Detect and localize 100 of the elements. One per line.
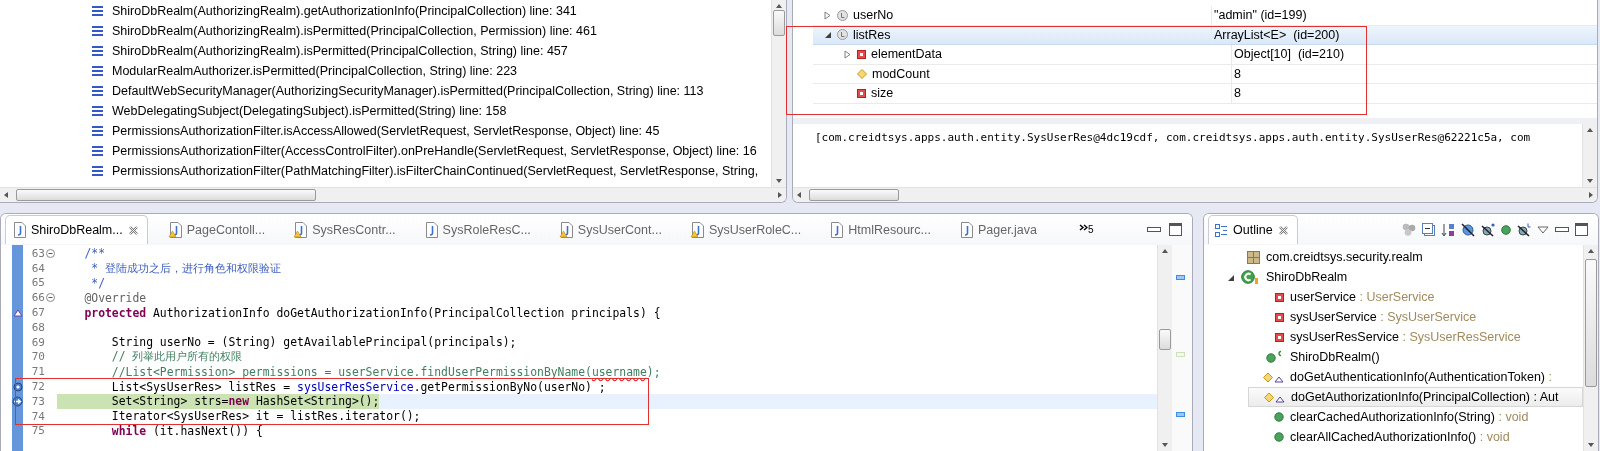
- variable-row[interactable]: userNo "admin" (id=199): [813, 6, 1597, 26]
- editor-tab[interactable]: HtmlResourc...: [823, 215, 939, 244]
- list-icon: [92, 66, 103, 76]
- list-icon: [92, 106, 103, 116]
- outline-item[interactable]: doGetAuthenticationInfo(AuthenticationToken) :: [1248, 367, 1583, 387]
- variable-row[interactable]: elementData Object[10] (id=210): [813, 45, 1597, 65]
- list-icon: [92, 126, 103, 136]
- outline-item[interactable]: ShiroDbRealm: [1224, 267, 1583, 287]
- minimize-icon[interactable]: [1147, 225, 1161, 234]
- line-number: 70: [30, 350, 45, 364]
- variable-row[interactable]: modCount 8: [813, 64, 1597, 84]
- java-file-icon: [958, 221, 973, 238]
- variable-value: Object[10] (id=210): [1233, 46, 1345, 64]
- filter-icon[interactable]: [1517, 222, 1531, 237]
- close-icon[interactable]: [127, 224, 139, 236]
- outline-item[interactable]: doGetAuthorizationInfo(PrincipalCollection) : Aut: [1248, 387, 1583, 407]
- square-icon: [1275, 312, 1284, 322]
- stack-frame[interactable]: PermissionsAuthorizationFilter(PathMatchingFilter).isFilterChainContinued(ServletRequest, ServletResponse, String,: [0, 161, 771, 181]
- line-number: 72: [30, 380, 45, 394]
- java-file-icon: [167, 221, 182, 238]
- vertical-scrollbar[interactable]: [1583, 245, 1598, 451]
- stack-frame[interactable]: ShiroDbRealm(AuthorizingRealm).getAuthorizationInfo(PrincipalCollection) line: 341: [0, 1, 771, 21]
- breakpoint-icon[interactable]: [12, 381, 23, 392]
- line-number: 65: [30, 276, 45, 290]
- square-icon: [1275, 332, 1284, 342]
- outline-tab[interactable]: Outline: [1208, 215, 1298, 244]
- editor-tab[interactable]: ShiroDbRealm...: [5, 215, 148, 244]
- outline-item[interactable]: sysUserResService : SysUserResService: [1248, 327, 1583, 347]
- variable-value: ArrayList<E> (id=200): [1213, 26, 1340, 44]
- collapse-icon[interactable]: [45, 248, 55, 258]
- maximize-icon[interactable]: [1169, 223, 1182, 236]
- editor-tab[interactable]: SysRoleResC...: [417, 215, 539, 244]
- variable-row[interactable]: listRes ArrayList<E> (id=200): [813, 25, 1597, 45]
- detail-text: [com.creidtsys.apps.auth.entity.SysUserRes@4dc19cdf, com.creidtsys.apps.auth.entity.SysUserRes@62221c5a, com: [814, 130, 1532, 146]
- variable-value: "admin" (id=199): [1213, 7, 1307, 25]
- collapse-icon[interactable]: [45, 293, 55, 303]
- stack-frame[interactable]: PermissionsAuthorizationFilter.isAccessAllowed(ServletRequest, ServletResponse, Object) line: 45: [0, 121, 771, 141]
- java-file-icon: [689, 221, 704, 238]
- variable-name: userNo: [853, 8, 894, 23]
- editor-tab[interactable]: SysUserCont...: [552, 215, 670, 244]
- chevron-icon: [1079, 224, 1089, 231]
- vertical-scrollbar[interactable]: [1582, 124, 1597, 187]
- code-line: * 登陆成功之后，进行角色和权限验证: [90, 260, 281, 276]
- stack-frame[interactable]: WebDelegatingSubject(DelegatingSubject).isPermitted(String) line: 158: [0, 101, 771, 121]
- list-icon: [92, 26, 103, 36]
- stack-frame[interactable]: DefaultWebSecurityManager(AuthorizingSecurityManager).isPermitted(PrincipalCollection, String) line: 113: [0, 81, 771, 101]
- dropdown-icon[interactable]: [1537, 225, 1549, 234]
- method-icon: [1264, 391, 1285, 403]
- line-number: 71: [30, 365, 45, 379]
- package-icon: [1247, 250, 1260, 264]
- outline-item[interactable]: clearAllCachedAuthorizationInfo() : void: [1248, 427, 1583, 447]
- list-icon: [92, 146, 103, 156]
- list-icon: [92, 46, 103, 56]
- method-icon: [1263, 371, 1284, 383]
- horizontal-scrollbar[interactable]: [793, 187, 1597, 202]
- java-file-icon: [293, 221, 308, 238]
- collapse-all-icon[interactable]: [1422, 223, 1435, 236]
- line-number: 66: [30, 291, 45, 305]
- stack-frame[interactable]: PermissionsAuthorizationFilter(AccessControlFilter).onPreHandle(ServletRequest, ServletResponse, Object) line: 16: [0, 141, 771, 161]
- list-icon: [92, 6, 103, 16]
- breakpoint-arrow-icon[interactable]: [12, 395, 23, 407]
- filter-icon[interactable]: [1461, 222, 1475, 237]
- code-line: String userNo = (String) getAvailablePrincipal(principals);: [110, 335, 517, 350]
- line-number: 67: [30, 306, 45, 320]
- java-file-icon: [423, 221, 438, 238]
- filter-icon[interactable]: [1481, 222, 1495, 237]
- outline-item[interactable]: clearCachedAuthorizationInfo(String) : void: [1248, 407, 1583, 427]
- outline-item[interactable]: userService : UserService: [1248, 287, 1583, 307]
- maximize-icon[interactable]: [1575, 223, 1588, 236]
- java-file-icon: [558, 221, 573, 238]
- variable-value: 8: [1233, 85, 1241, 103]
- square-icon: [857, 49, 866, 59]
- java-file-icon: [12, 222, 26, 238]
- minimize-icon[interactable]: [1555, 225, 1569, 234]
- code-line: */: [90, 276, 105, 290]
- horizontal-scrollbar[interactable]: [0, 187, 786, 202]
- line-number: 63: [30, 246, 45, 260]
- code-line: Iterator<SysUserRes> it = listRes.iterator();: [110, 409, 421, 424]
- editor-tab[interactable]: SysUserRoleC...: [683, 215, 810, 244]
- editor-tab[interactable]: Pager.java: [952, 215, 1046, 244]
- expander-icon[interactable]: [823, 30, 832, 40]
- editor-tab[interactable]: SysResContr...: [287, 215, 404, 244]
- outline-icon: [1215, 223, 1228, 237]
- variable-row[interactable]: size 8: [813, 84, 1597, 104]
- line-number: 69: [30, 335, 45, 349]
- stack-frame[interactable]: ModularRealmAuthorizer.isPermitted(PrincipalCollection, String) line: 223: [0, 61, 771, 81]
- outline-item[interactable]: com.creidtsys.security.realm: [1224, 247, 1583, 267]
- vertical-scrollbar[interactable]: [1157, 245, 1172, 451]
- editor-tab[interactable]: PageContoll...: [161, 215, 274, 244]
- dot-icon[interactable]: [1501, 224, 1511, 235]
- code-line: // 列举此用户所有的权限: [110, 349, 243, 365]
- stack-frame[interactable]: ShiroDbRealm(AuthorizingRealm).isPermitted(PrincipalCollection, Permission) line: 461: [0, 21, 771, 41]
- close-icon[interactable]: [1277, 224, 1289, 236]
- sort-icon[interactable]: [1441, 222, 1455, 237]
- overflow-tabs-button[interactable]: 5: [1079, 224, 1094, 235]
- outline-item[interactable]: sysUserService : SysUserService: [1248, 307, 1583, 327]
- line-number: 64: [30, 261, 45, 275]
- stack-frame[interactable]: ShiroDbRealm(AuthorizingRealm).isPermitted(PrincipalCollection, String) line: 457: [0, 41, 771, 61]
- vertical-scrollbar[interactable]: [771, 0, 786, 187]
- outline-item[interactable]: ShiroDbRealm(): [1248, 347, 1583, 367]
